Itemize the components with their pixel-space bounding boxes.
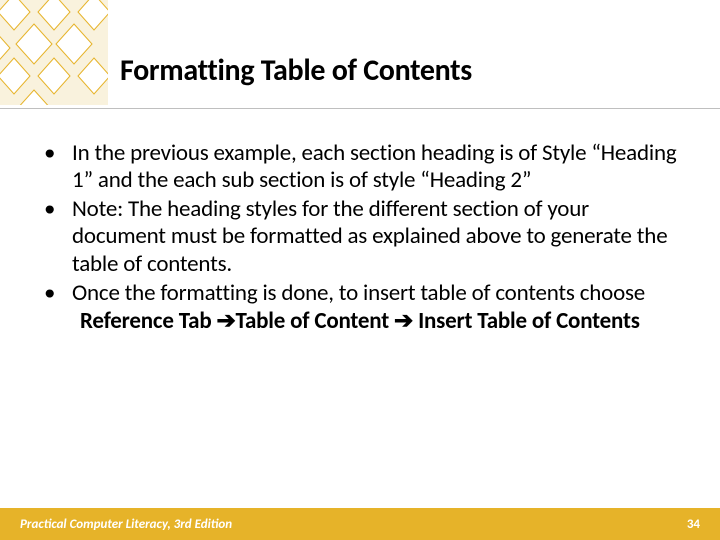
footer-book-title: Practical Computer Literacy, 3rd Edition [20,517,232,532]
footer-bar: Practical Computer Literacy, 3rd Edition… [0,508,720,540]
footer-page-number: 34 [687,517,700,532]
slide-title: Formatting Table of Contents [120,52,472,89]
bullet-text: Once the formatting is done, to insert t… [72,279,645,307]
slide-body: In the previous example, each section he… [40,140,680,337]
arrow-icon: ➔ [394,307,413,333]
bullet-item: Once the formatting is done, to insert t… [40,280,680,335]
arrow-icon: ➔ [216,307,235,333]
path-segment: Reference Tab [80,307,216,335]
menu-path: Reference Tab ➔Table of Content ➔ Insert… [72,307,680,335]
bullet-text: In the previous example, each section he… [72,139,676,194]
bullet-text: Note: The heading styles for the differe… [72,195,667,277]
corner-decoration [0,0,108,105]
bullet-item: Note: The heading styles for the differe… [40,196,680,277]
bullet-item: In the previous example, each section he… [40,140,680,194]
path-segment: Insert Table of Contents [413,307,640,335]
title-divider [0,108,720,109]
path-segment: Table of Content [236,307,394,335]
